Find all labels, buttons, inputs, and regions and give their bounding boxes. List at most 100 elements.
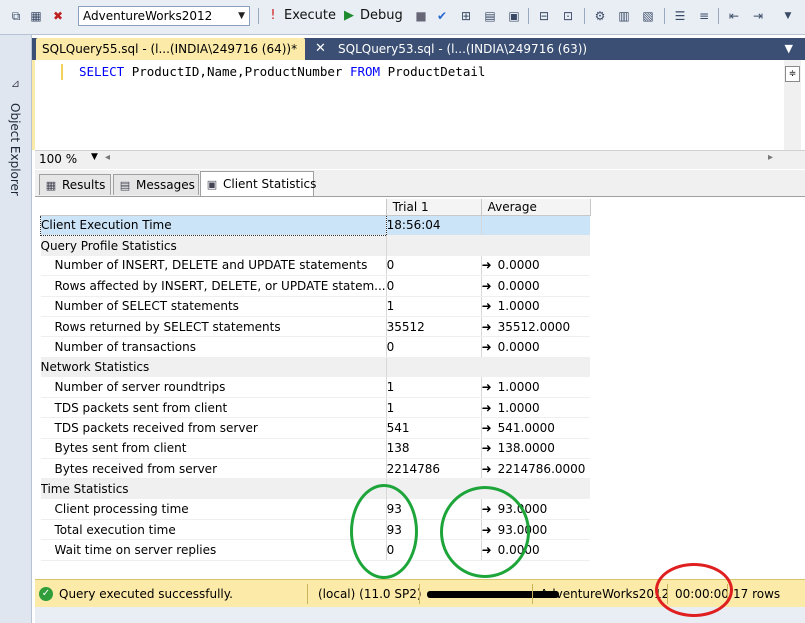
arrow-right-icon: ➜	[481, 258, 492, 273]
row-trial: 93	[386, 499, 482, 520]
stop-icon[interactable]: ■	[413, 8, 429, 24]
table-row[interactable]: Client processing time 93 ➜ 93.0000	[40, 499, 591, 520]
toolbar-separator	[528, 8, 529, 24]
tab-client-statistics[interactable]: ▣ Client Statistics	[200, 171, 316, 196]
row-average: 0.0000	[497, 542, 540, 557]
row-label: Number of SELECT statements	[40, 296, 387, 317]
tab-results[interactable]: ▦ Results	[39, 174, 111, 195]
disconnect-icon[interactable]: ▦	[28, 8, 44, 24]
client-stats-icon[interactable]: ▥	[616, 8, 632, 24]
row-trial: 1	[386, 397, 482, 419]
table-row[interactable]: TDS packets received from server 541 ➜ 541.…	[40, 417, 591, 439]
table-row[interactable]: Wait time on server replies 0 ➜ 0.0000	[40, 539, 591, 561]
row-average: 93.0000	[497, 502, 548, 517]
chevron-down-icon[interactable]: ▼	[91, 152, 98, 162]
header-trial[interactable]: Trial 1	[386, 199, 482, 216]
sql-line[interactable]: SELECT ProductID,Name,ProductNumber FROM…	[79, 64, 485, 79]
status-database: AdventureWorks2012	[540, 587, 670, 601]
grid-icon: ▦	[45, 179, 57, 192]
table-row[interactable]: Rows affected by INSERT, DELETE, or UPDA…	[40, 275, 591, 297]
row-label: Rows affected by INSERT, DELETE, or UPDA…	[40, 275, 387, 297]
cancel-connection-icon[interactable]: ✖	[50, 8, 66, 24]
row-average: 35512.0000	[497, 319, 571, 334]
header-blank	[40, 199, 387, 216]
arrow-right-icon: ➜	[481, 542, 492, 557]
row-label: TDS packets sent from client	[40, 397, 387, 419]
table-row[interactable]: Bytes received from server 2214786 ➜ 221478…	[40, 458, 591, 480]
pin-icon[interactable]: ⊿	[9, 77, 22, 90]
arrow-right-icon: ➜	[481, 522, 492, 537]
tab-messages[interactable]: ▤ Messages	[113, 174, 199, 195]
row-average: 541.0000	[497, 421, 555, 436]
row-average: 0.0000	[497, 279, 540, 294]
arrow-right-icon: ➜	[481, 421, 492, 436]
query-editor[interactable]: SELECT ProductID,Name,ProductNumber FROM…	[32, 60, 805, 150]
row-average: 2214786.0000	[497, 461, 586, 476]
table-row[interactable]: Number of SELECT statements 1 ➜ 1.0000	[40, 296, 591, 317]
row-trial: 1	[386, 296, 482, 317]
status-divider	[727, 584, 728, 604]
table-row[interactable]: Number of transactions 0 ➜ 0.0000	[40, 336, 591, 358]
tab-sqlquery53[interactable]: SQLQuery53.sql - (l...(INDIA\249716 (63)…	[332, 38, 593, 60]
stats-table: Trial 1 Average Client Execution Time 18…	[40, 199, 591, 561]
sqlcmd-icon[interactable]: ▧	[640, 8, 656, 24]
chevron-down-icon[interactable]: ▼	[785, 38, 793, 60]
row-label: Number of transactions	[40, 336, 387, 358]
sql-table: ProductDetail	[387, 64, 486, 79]
results-file-icon[interactable]: ▣	[506, 8, 522, 24]
execute-button[interactable]: ! Execute	[266, 6, 336, 26]
parse-check-icon[interactable]: ✔	[434, 8, 450, 24]
table-row[interactable]: Rows returned by SELECT statements 35512 ➜…	[40, 316, 591, 338]
row-average: 0.0000	[497, 258, 540, 273]
zoom-level[interactable]: 100 %	[39, 152, 77, 166]
query-options-icon[interactable]: ⚙	[592, 8, 608, 24]
comment-icon[interactable]: ☰	[672, 8, 688, 24]
database-select-value: AdventureWorks2012	[83, 9, 213, 23]
header-average[interactable]: Average	[481, 199, 591, 216]
scroll-right-icon[interactable]: ▸	[768, 152, 773, 163]
statistics-icon: ▣	[206, 178, 218, 191]
arrow-right-icon: ➜	[481, 319, 492, 334]
table-row[interactable]: Number of server roundtrips 1 ➜ 1.0000	[40, 377, 591, 399]
row-average	[481, 215, 591, 236]
row-label: Bytes received from server	[40, 458, 387, 480]
split-icon[interactable]: ≑	[785, 66, 800, 82]
table-row[interactable]: Client Execution Time 18:56:04	[40, 214, 591, 236]
table-row[interactable]: Number of INSERT, DELETE and UPDATE stat…	[40, 255, 591, 277]
row-trial: 1	[386, 377, 482, 399]
row-trial: 138	[386, 438, 482, 460]
toolbar-separator	[718, 8, 719, 24]
section-label: Network Statistics	[40, 357, 387, 378]
execution-plan-icon[interactable]: ⊟	[536, 8, 552, 24]
decrease-indent-icon[interactable]: ⇤	[726, 8, 742, 24]
table-row[interactable]: Total execution time 93 ➜ 93.0000	[40, 519, 591, 541]
table-row[interactable]: Bytes sent from client 138 ➜ 138.0000	[40, 438, 591, 460]
arrow-right-icon: ➜	[481, 339, 492, 354]
change-connection-icon[interactable]: ⧉	[8, 8, 24, 24]
document-tab-strip: SQLQuery55.sql - (l...(INDIA\249716 (64)…	[32, 38, 805, 60]
window-bottom-edge	[35, 607, 805, 623]
row-trial: 2214786	[386, 458, 482, 480]
arrow-right-icon: ➜	[481, 400, 492, 415]
database-select[interactable]: AdventureWorks2012 ▼	[78, 6, 250, 26]
status-row-count: 17 rows	[733, 587, 781, 601]
scroll-left-icon[interactable]: ◂	[105, 152, 110, 163]
arrow-right-icon: ➜	[481, 380, 492, 395]
uncomment-icon[interactable]: ≡	[696, 8, 712, 24]
tab-sqlquery55[interactable]: SQLQuery55.sql - (l...(INDIA\249716 (64)…	[36, 38, 305, 60]
row-label: Client processing time	[40, 499, 387, 520]
row-average: 0.0000	[497, 339, 540, 354]
table-row[interactable]: TDS packets sent from client 1 ➜ 1.0000	[40, 397, 591, 419]
close-icon[interactable]: ✕	[315, 38, 326, 60]
debug-button[interactable]: ▶ Debug	[342, 6, 403, 26]
status-message: Query executed successfully.	[59, 587, 233, 601]
results-grid-icon[interactable]: ▤	[482, 8, 498, 24]
object-explorer-label[interactable]: Object Explorer	[8, 103, 22, 196]
include-plan-icon[interactable]: ⊡	[560, 8, 576, 24]
query-designer-icon[interactable]: ⊞	[458, 8, 474, 24]
arrow-right-icon: ➜	[481, 461, 492, 476]
increase-indent-icon[interactable]: ⇥	[750, 8, 766, 24]
editor-scrollbar[interactable]: ≑	[784, 60, 801, 150]
toolbar-overflow-icon[interactable]: ▼	[780, 8, 796, 24]
exclamation-icon: !	[270, 8, 276, 23]
